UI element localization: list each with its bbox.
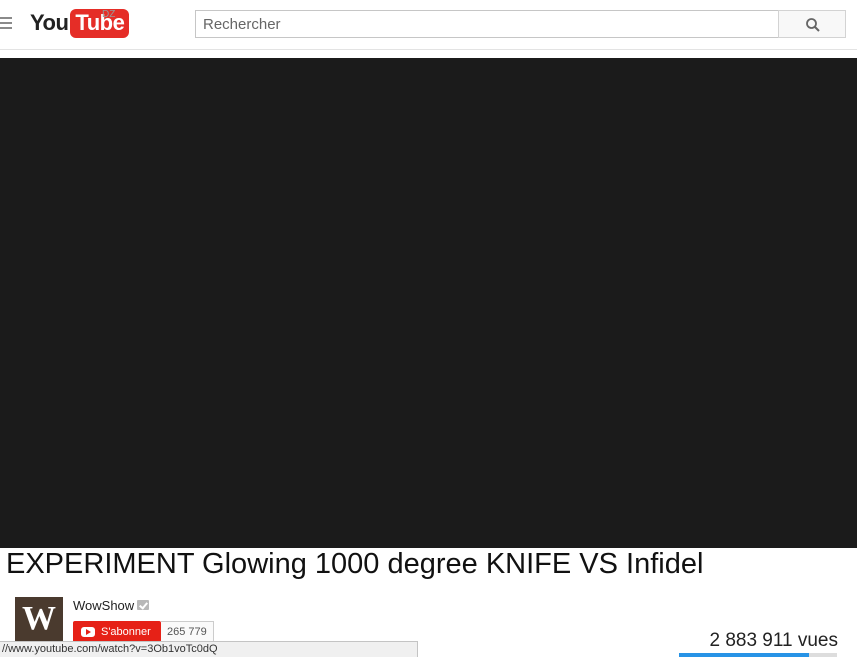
subscribe-button[interactable]: S'abonner [73, 621, 161, 643]
country-code: DZ [102, 9, 116, 20]
status-bar-url: //www.youtube.com/watch?v=3Ob1voTc0dQ [0, 641, 418, 657]
subscriber-count: 265 779 [161, 621, 214, 643]
youtube-watch-page: You Tube DZ EXPERIMENT Glowing 1000 degr… [0, 0, 857, 657]
search-input[interactable] [195, 10, 779, 38]
channel-avatar[interactable]: W [15, 597, 63, 641]
avatar-letter: W [22, 600, 56, 637]
youtube-play-icon [81, 627, 95, 637]
subscribe-label: S'abonner [101, 626, 151, 638]
hamburger-menu-icon[interactable] [0, 14, 14, 36]
like-ratio-fill [679, 653, 809, 657]
video-player[interactable] [0, 58, 857, 548]
channel-name[interactable]: WowShow [73, 598, 134, 613]
video-title: EXPERIMENT Glowing 1000 degree KNIFE VS … [6, 548, 704, 580]
magnifier-icon [806, 18, 820, 32]
view-count: 2 883 911 vues [709, 630, 838, 651]
logo-tube-text: Tube [70, 8, 130, 38]
search-button[interactable] [778, 10, 846, 38]
logo-you-text: You [30, 10, 69, 35]
like-ratio-bar [679, 653, 837, 657]
verified-icon [137, 600, 149, 610]
masthead: You Tube DZ [0, 0, 857, 50]
